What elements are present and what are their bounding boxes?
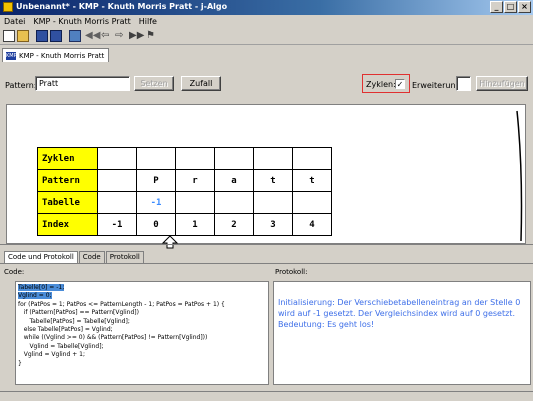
- info-icon[interactable]: [69, 30, 81, 42]
- pattern-cell: t: [292, 169, 332, 192]
- code-line: while ((Vglind >= 0) && (Pattern[PatPos]…: [18, 334, 208, 342]
- save-icon[interactable]: [36, 30, 48, 42]
- row-header-index: Index: [37, 213, 98, 236]
- menu-hilfe[interactable]: Hilfe: [135, 17, 161, 26]
- pattern-row: Pattern P r a t t: [37, 169, 332, 192]
- zyklen-cell: [97, 147, 137, 170]
- tab-code-und-protokoll[interactable]: Code und Protokoll: [4, 251, 78, 263]
- pattern-cell: t: [253, 169, 293, 192]
- pattern-cell: a: [214, 169, 254, 192]
- app-icon: [3, 2, 13, 12]
- menu-kmp[interactable]: KMP - Knuth Morris Pratt: [29, 17, 134, 26]
- code-line: }: [18, 359, 22, 367]
- tabelle-cell: -1: [136, 191, 176, 214]
- pattern-cell: P: [136, 169, 176, 192]
- title-bar: Unbenannt* - KMP - Knuth Morris Pratt - …: [0, 0, 533, 15]
- code-line: Vglind = Vglind + 1;: [18, 351, 85, 359]
- finish-flag-icon[interactable]: ⚑: [146, 30, 158, 42]
- step-forward-icon[interactable]: ⇨: [115, 30, 127, 42]
- zyklen-cell: [175, 147, 215, 170]
- code-label: Code:: [4, 268, 25, 276]
- protokoll-text: Initialisierung: Der Verschiebetabellene…: [278, 298, 521, 329]
- maximize-button[interactable]: □: [504, 1, 517, 13]
- tab-kmp-module[interactable]: KMP KMP - Knuth Morris Pratt: [2, 48, 110, 62]
- setzen-button[interactable]: Setzen: [134, 76, 174, 91]
- index-row: Index -1 0 1 2 3 4: [37, 213, 332, 236]
- bottom-divider: [0, 263, 533, 264]
- tabelle-cell: [175, 191, 215, 214]
- panel-splitter[interactable]: [0, 244, 533, 251]
- index-cell: 0: [136, 213, 176, 236]
- zyklen-cell: [214, 147, 254, 170]
- new-file-icon[interactable]: [3, 30, 15, 42]
- zyklen-cell: [136, 147, 176, 170]
- row-header-zyklen: Zyklen: [37, 147, 98, 170]
- toolbar: ◀◀ ⇦ ⇨ ▶▶ ⚑: [0, 28, 533, 45]
- zyklen-highlight-box: Zyklen: ✓: [362, 74, 410, 93]
- close-button[interactable]: ×: [518, 1, 531, 13]
- kmp-module-icon: KMP: [6, 52, 17, 60]
- code-line: Tabelle[0] = -1;: [18, 284, 225, 292]
- tab-kmp-module-label: KMP - Knuth Morris Pratt: [19, 52, 105, 60]
- tabelle-cell: [253, 191, 293, 214]
- window-title: Unbenannt* - KMP - Knuth Morris Pratt - …: [16, 2, 228, 11]
- code-line-highlighted: Tabelle[0] = -1;: [18, 284, 65, 291]
- pattern-controls: Pattern: Setzen Zufall Zyklen: ✓ Erweite…: [0, 62, 533, 104]
- code-line: Tabelle[PatPos] = Tabelle[Vglind];: [18, 317, 130, 325]
- menu-datei[interactable]: Datei: [0, 17, 29, 26]
- zyklen-label: Zyklen:: [366, 80, 396, 89]
- window-controls: _ □ ×: [490, 1, 531, 13]
- pattern-cell: [97, 169, 137, 192]
- protokoll-label: Protokoll:: [275, 268, 308, 276]
- hinzufuegen-button[interactable]: Hinzufügen: [476, 76, 528, 91]
- code-line-highlighted: Vglind = 0;: [18, 292, 52, 300]
- index-cell: 4: [292, 213, 332, 236]
- zufall-button[interactable]: Zufall: [181, 76, 221, 91]
- pattern-input[interactable]: [35, 76, 130, 91]
- index-cell: 2: [214, 213, 254, 236]
- code-panel: Tabelle[0] = -1; Vglind = 0; for (PatPos…: [15, 281, 269, 385]
- tabelle-row: Tabelle -1: [37, 191, 332, 214]
- code-line: Vglind = 0;: [18, 292, 225, 300]
- zyklen-cell: [253, 147, 293, 170]
- pattern-label: Pattern:: [5, 81, 37, 90]
- protokoll-panel: Initialisierung: Der Verschiebetabellene…: [273, 281, 531, 385]
- code-line: for (PatPos = 1; PatPos <= PatternLength…: [18, 300, 225, 308]
- panel-scroll-indicator[interactable]: [515, 109, 525, 243]
- tabelle-cell: [292, 191, 332, 214]
- visualization-panel: Zyklen Pattern P r a t t Tabelle -1 Inde…: [6, 104, 526, 249]
- save-as-icon[interactable]: [50, 30, 62, 42]
- zyklen-cell: [292, 147, 332, 170]
- code-line: Vglind = Tabelle[Vglind];: [18, 342, 104, 350]
- tab-protokoll[interactable]: Protokoll: [105, 251, 144, 263]
- index-cell: -1: [97, 213, 137, 236]
- minimize-button[interactable]: _: [490, 1, 503, 13]
- last-step-icon[interactable]: ▶▶: [129, 30, 144, 42]
- erweiterung-input[interactable]: [456, 76, 471, 91]
- row-header-pattern: Pattern: [37, 169, 98, 192]
- tabelle-cell: [97, 191, 137, 214]
- kmp-table: Zyklen Pattern P r a t t Tabelle -1 Inde…: [37, 147, 332, 236]
- row-header-tabelle: Tabelle: [37, 191, 98, 214]
- tabelle-cell: [214, 191, 254, 214]
- open-folder-icon[interactable]: [17, 30, 29, 42]
- code-line: if (Pattern[PatPos] == Pattern[Vglind]): [18, 309, 139, 317]
- bottom-tabs: Code und Protokoll Code Protokoll: [4, 251, 145, 263]
- code-line: else Tabelle[PatPos] = Vglind;: [18, 326, 113, 334]
- zyklen-row: Zyklen: [37, 147, 332, 170]
- index-cell: 3: [253, 213, 293, 236]
- status-bar: [0, 391, 533, 401]
- tab-code[interactable]: Code: [78, 251, 105, 263]
- pattern-cell: r: [175, 169, 215, 192]
- step-back-icon[interactable]: ⇦: [101, 30, 113, 42]
- menu-bar: Datei KMP - Knuth Morris Pratt Hilfe: [0, 15, 533, 28]
- first-step-icon[interactable]: ◀◀: [85, 30, 100, 42]
- index-cell: 1: [175, 213, 215, 236]
- zyklen-checkbox[interactable]: ✓: [395, 79, 405, 89]
